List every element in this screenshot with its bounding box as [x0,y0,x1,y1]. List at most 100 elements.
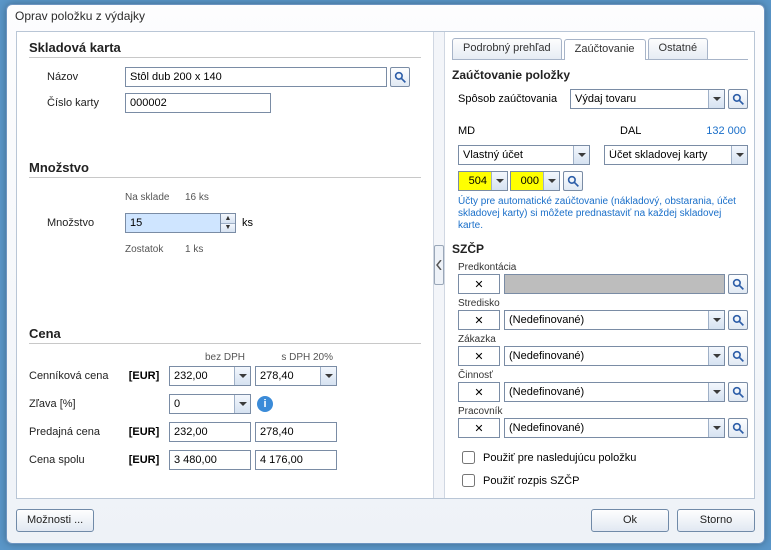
label-dal: DAL [620,125,648,137]
input-spolu-bez[interactable] [169,450,251,470]
label-predajna: Predajná cena [29,426,119,438]
group-skladova-karta: Skladová karta Názov Číslo karty [17,32,433,122]
label-pouzit-rozpis: Použiť rozpis SZČP [483,475,579,487]
input-cislo-karty[interactable] [125,93,271,113]
label-stredisko: Stredisko [458,298,748,309]
combo-stredisko[interactable]: (Nedefinované) [504,310,725,330]
label-cennikova: Cenníková cena [29,370,119,382]
unit-ks: ks [242,217,253,229]
lookup-nazov-icon[interactable] [390,67,410,87]
magnifier-icon [732,93,745,106]
magnifier-icon [567,175,580,188]
chevron-down-icon [320,367,336,385]
chevron-left-icon [436,260,442,270]
button-bar: Možnosti ... Ok Storno [16,505,755,535]
storno-button[interactable]: Storno [677,509,755,532]
magnifier-icon [732,386,745,399]
lookup-cinnost-icon[interactable] [728,382,748,402]
combo-zlava[interactable]: 0 [169,394,251,414]
combo-pracovnik[interactable]: (Nedefinované) [504,418,725,438]
label-sposob: Spôsob zaúčtovania [458,93,570,105]
tab-ostatne[interactable]: Ostatné [648,38,709,59]
clear-stredisko-button[interactable]: ✕ [458,310,500,330]
magnifier-icon [732,422,745,435]
dialog-window: Oprav položku z výdajky Skladová karta N… [6,4,765,544]
chevron-down-icon [573,146,589,164]
label-predkontacia: Predkontácia [458,262,748,273]
label-zlava: Zľava [%] [29,398,119,410]
input-predaj-bez[interactable] [169,422,251,442]
combo-predkontacia[interactable] [504,274,725,294]
group-title-skladova: Skladová karta [29,40,421,58]
lookup-sposob-icon[interactable] [728,89,748,109]
label-na-sklade: Na sklade [125,192,185,203]
tab-podrobny-prehlad[interactable]: Podrobný prehľad [452,38,562,59]
chevron-down-icon [234,367,250,385]
cur-predajna: [EUR] [119,426,169,438]
input-spolu-s[interactable] [255,450,337,470]
chevron-up-icon: ▲ [221,214,235,224]
clear-cinnost-button[interactable]: ✕ [458,382,500,402]
lookup-stredisko-icon[interactable] [728,310,748,330]
magnifier-icon [394,71,407,84]
group-cena: Cena bez DPH s DPH 20% Cenníková cena [E… [17,318,433,479]
magnifier-icon [732,314,745,327]
group-title-mnozstvo: Množstvo [29,160,421,178]
lookup-predkontacia-icon[interactable] [728,274,748,294]
value-na-sklade: 16 ks [185,192,209,203]
clear-predkontacia-button[interactable]: ✕ [458,274,500,294]
info-icon[interactable]: i [257,396,273,412]
chevron-down-icon [731,146,747,164]
clear-zakazka-button[interactable]: ✕ [458,346,500,366]
content-area: Skladová karta Názov Číslo karty Množstv… [16,31,755,499]
combo-cennik-s[interactable]: 278,40 [255,366,337,386]
label-cislo-karty: Číslo karty [47,97,125,109]
chevron-down-icon [708,347,724,365]
cur-spolu: [EUR] [119,454,169,466]
input-mnozstvo[interactable] [125,213,221,233]
mnozstvo-stepper[interactable]: ▲▼ [221,213,236,233]
combo-zakazka[interactable]: (Nedefinované) [504,346,725,366]
section-szcp-title: SZČP [452,242,748,256]
group-title-cena: Cena [29,326,421,344]
magnifier-icon [732,278,745,291]
label-pouzit-nasledujucu: Použiť pre nasledujúcu položku [483,452,636,464]
moznosti-button[interactable]: Možnosti ... [16,509,94,532]
combo-md-synt[interactable]: 504 [458,171,508,191]
combo-md[interactable]: Vlastný účet [458,145,590,165]
ok-button[interactable]: Ok [591,509,669,532]
splitter[interactable] [433,32,445,498]
combo-cennik-bez[interactable]: 232,00 [169,366,251,386]
label-zakazka: Zákazka [458,334,748,345]
hint-text: Účty pre automatické zaúčtovanie (náklad… [458,196,748,232]
clear-pracovnik-button[interactable]: ✕ [458,418,500,438]
lookup-pracovnik-icon[interactable] [728,418,748,438]
lookup-md-icon[interactable] [563,171,583,191]
lookup-zakazka-icon[interactable] [728,346,748,366]
group-mnozstvo: Množstvo Na sklade 16 ks Množstvo ▲▼ ks … [17,152,433,268]
combo-cinnost[interactable]: (Nedefinované) [504,382,725,402]
tab-zauctovanie[interactable]: Zaúčtovanie [564,39,646,60]
chevron-down-icon [491,172,507,190]
checkbox-pouzit-rozpis[interactable] [462,474,475,487]
label-nazov: Názov [47,71,125,83]
combo-sposob[interactable]: Výdaj tovaru [570,89,725,109]
cur-cennikova: [EUR] [119,370,169,382]
input-predaj-s[interactable] [255,422,337,442]
dal-account-number: 132 000 [648,125,748,137]
checkbox-pouzit-nasledujucu[interactable] [462,451,475,464]
label-pracovnik: Pracovník [458,406,748,417]
combo-md-anal[interactable]: 000 [510,171,560,191]
title-bar: Oprav položku z výdajky [7,5,764,27]
chevron-down-icon [234,395,250,413]
label-spolu: Cena spolu [29,454,119,466]
right-pane: Podrobný prehľad Zaúčtovanie Ostatné Zaú… [446,32,754,498]
window-title: Oprav položku z výdajky [15,9,145,23]
label-cinnost: Činnosť [458,370,748,381]
left-pane: Skladová karta Názov Číslo karty Množstv… [17,32,433,498]
combo-dal[interactable]: Účet skladovej karty [604,145,748,165]
chevron-down-icon [543,172,559,190]
input-nazov[interactable] [125,67,387,87]
collapse-right-button[interactable] [434,245,444,285]
chevron-down-icon [708,383,724,401]
